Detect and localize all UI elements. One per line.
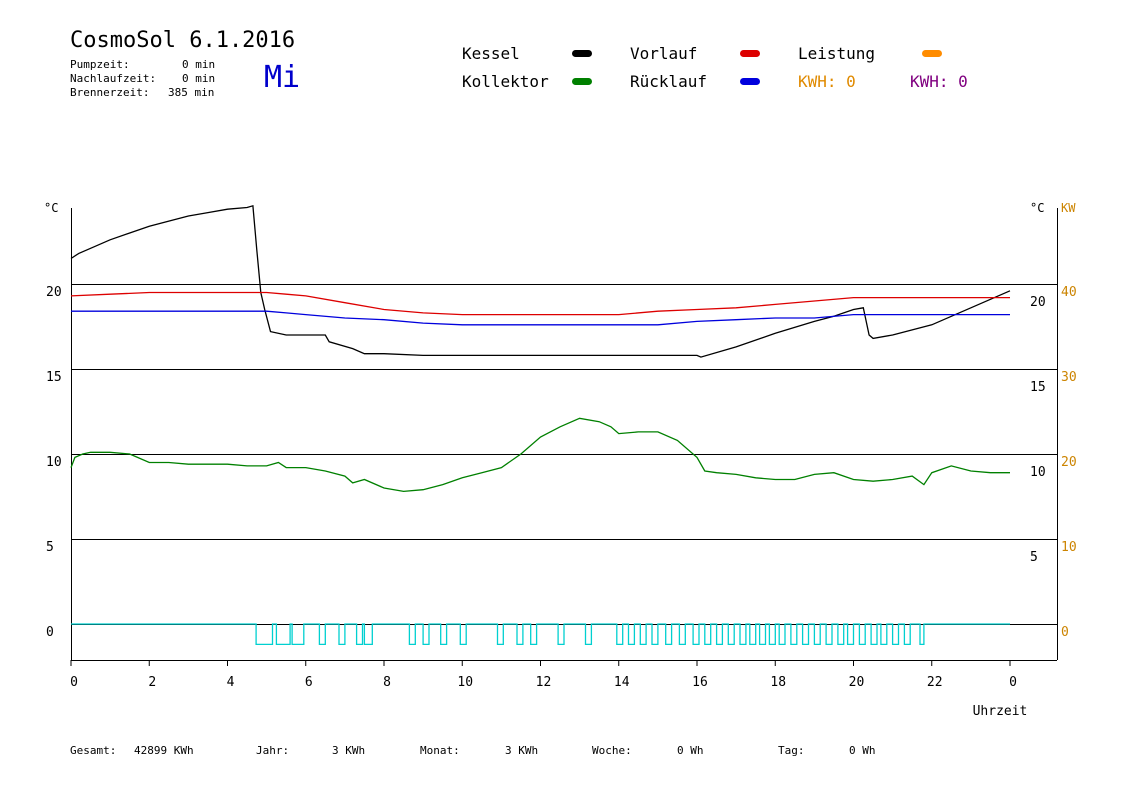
- x-tick-label: 18: [770, 675, 786, 690]
- x-tick-label: 10: [457, 675, 473, 690]
- footer-woche-label: Woche:: [592, 744, 632, 757]
- footer-gesamt-label: Gesamt:: [70, 744, 117, 757]
- right-tick-label: 20: [1030, 295, 1046, 310]
- footer-tag-label: Tag:: [778, 744, 805, 757]
- left-tick-label: 15: [46, 370, 62, 385]
- chart-series: [70, 204, 1011, 646]
- left-tick-label: 0: [46, 625, 54, 640]
- left-tick-label: 20: [46, 285, 62, 300]
- kw-tick-label: 20: [1061, 455, 1077, 470]
- x-tick-label: 8: [383, 675, 391, 690]
- left-unit-label: °C: [44, 201, 58, 215]
- right-tick-label: 5: [1030, 550, 1038, 565]
- kw-tick-label: 40: [1061, 285, 1077, 300]
- right-tick-label: 10: [1030, 465, 1046, 480]
- footer-gesamt-value: 42899 KWh: [134, 744, 194, 757]
- kw-unit-label: KW: [1061, 201, 1076, 215]
- right-tick-label: 15: [1030, 380, 1046, 395]
- x-tick-label: 22: [927, 675, 943, 690]
- footer-monat-label: Monat:: [420, 744, 460, 757]
- kessel-line: [70, 204, 1011, 358]
- left-tick-label: 5: [46, 540, 54, 555]
- kw-tick-label: 10: [1061, 540, 1077, 555]
- left-tick-label: 10: [46, 455, 62, 470]
- kw-tick-label: 0: [1061, 625, 1069, 640]
- x-tick-label: 20: [849, 675, 865, 690]
- temperature-chart: 0 2 4 6 8 10 12 14 16 18 20 22 0 Uhrzeit °C °C KW 0 5 10 15 2…: [44, 201, 1077, 719]
- chart-axes: [70, 208, 1058, 666]
- right-unit-label: °C: [1030, 201, 1044, 215]
- x-tick-label: 4: [227, 675, 235, 690]
- ruecklauf-line: [71, 310, 1010, 326]
- footer-jahr-value: 3 KWh: [332, 744, 366, 757]
- footer-woche-value: 0 Wh: [677, 744, 704, 757]
- chart-labels: 0 2 4 6 8 10 12 14 16 18 20 22 0 Uhrzeit °C °C KW 0 5 10 15 2…: [44, 201, 1077, 719]
- x-tick-label: 14: [614, 675, 630, 690]
- x-tick-label: 2: [148, 675, 156, 690]
- x-tick-label: 12: [536, 675, 552, 690]
- x-tick-label: 0: [70, 675, 78, 690]
- footer-monat-value: 3 KWh: [505, 744, 539, 757]
- footer-tag-value: 0 Wh: [849, 744, 876, 757]
- chart-grid: [71, 284, 1057, 625]
- x-axis-title: Uhrzeit: [973, 704, 1028, 719]
- kw-tick-label: 30: [1061, 370, 1077, 385]
- x-tick-label: 6: [305, 675, 313, 690]
- footer-jahr-label: Jahr:: [256, 744, 290, 757]
- pump-status-line: [71, 623, 1010, 646]
- x-tick-label: 0: [1009, 675, 1017, 690]
- x-tick-label: 16: [692, 675, 708, 690]
